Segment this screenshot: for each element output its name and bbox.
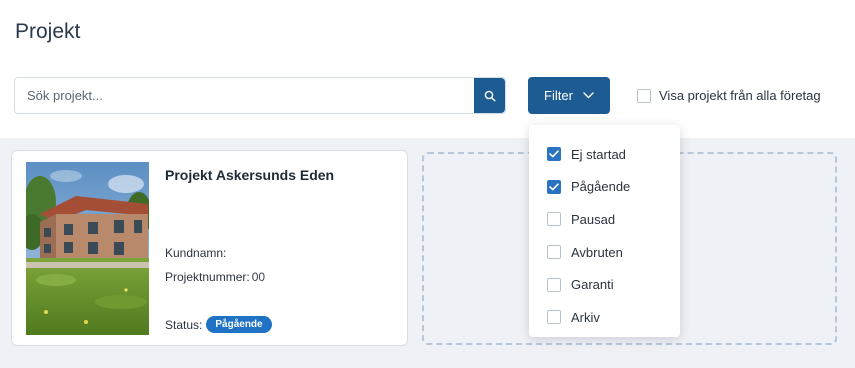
filter-option-label: Avbruten	[571, 244, 623, 260]
filter-button-label: Filter	[544, 88, 573, 103]
filter-option-label: Ej startad	[571, 146, 626, 162]
project-number-field: Projektnummer: 00	[165, 270, 265, 284]
check-icon	[549, 183, 559, 191]
filter-checkbox[interactable]	[547, 179, 561, 194]
filter-option-ej-startad[interactable]: Ej startad	[529, 138, 680, 171]
page-title: Projekt	[15, 20, 81, 43]
chevron-down-icon	[583, 92, 594, 99]
project-number-value: 00	[251, 270, 266, 284]
filter-checkbox[interactable]	[547, 245, 561, 260]
filter-option-label: Arkiv	[571, 309, 600, 325]
filter-option-avbruten[interactable]: Avbruten	[529, 236, 680, 269]
filter-option-arkiv[interactable]: Arkiv	[529, 301, 680, 334]
filter-option-label: Pågående	[571, 179, 631, 195]
filter-button[interactable]: Filter	[528, 77, 610, 114]
project-image	[26, 162, 149, 335]
status-label: Status:	[165, 317, 203, 332]
customer-field: Kundnamn:	[165, 246, 228, 260]
filter-option-pagaende[interactable]: Pågående	[529, 171, 680, 204]
filter-option-garanti[interactable]: Garanti	[529, 268, 680, 301]
status-field: Status: Pågående	[165, 316, 272, 333]
search-bar	[14, 77, 506, 114]
filter-option-label: Pausad	[571, 211, 616, 227]
filter-checkbox[interactable]	[547, 212, 561, 227]
filter-dropdown: Ej startad Pågående Pausad Avbruten Gara…	[529, 125, 680, 337]
filter-checkbox[interactable]	[547, 310, 561, 325]
filter-option-pausad[interactable]: Pausad	[529, 203, 680, 236]
customer-label: Kundnamn:	[165, 246, 227, 260]
header-panel	[0, 0, 855, 138]
all-companies-checkbox[interactable]	[637, 88, 651, 103]
search-icon	[484, 90, 496, 102]
check-icon	[549, 150, 559, 158]
filter-checkbox[interactable]	[547, 147, 561, 162]
project-title: Projekt Askersunds Eden	[165, 167, 335, 183]
filter-checkbox[interactable]	[547, 277, 561, 292]
search-input[interactable]	[15, 78, 474, 113]
project-number-label: Projektnummer:	[165, 270, 250, 284]
all-companies-label: Visa projekt från alla företag	[659, 88, 821, 103]
project-card[interactable]: Projekt Askersunds Eden Kundnamn: Projek…	[11, 150, 408, 346]
all-companies-toggle[interactable]: Visa projekt från alla företag	[637, 88, 821, 103]
status-badge: Pågående	[206, 316, 272, 333]
search-button[interactable]	[474, 78, 505, 113]
filter-option-label: Garanti	[571, 277, 614, 293]
